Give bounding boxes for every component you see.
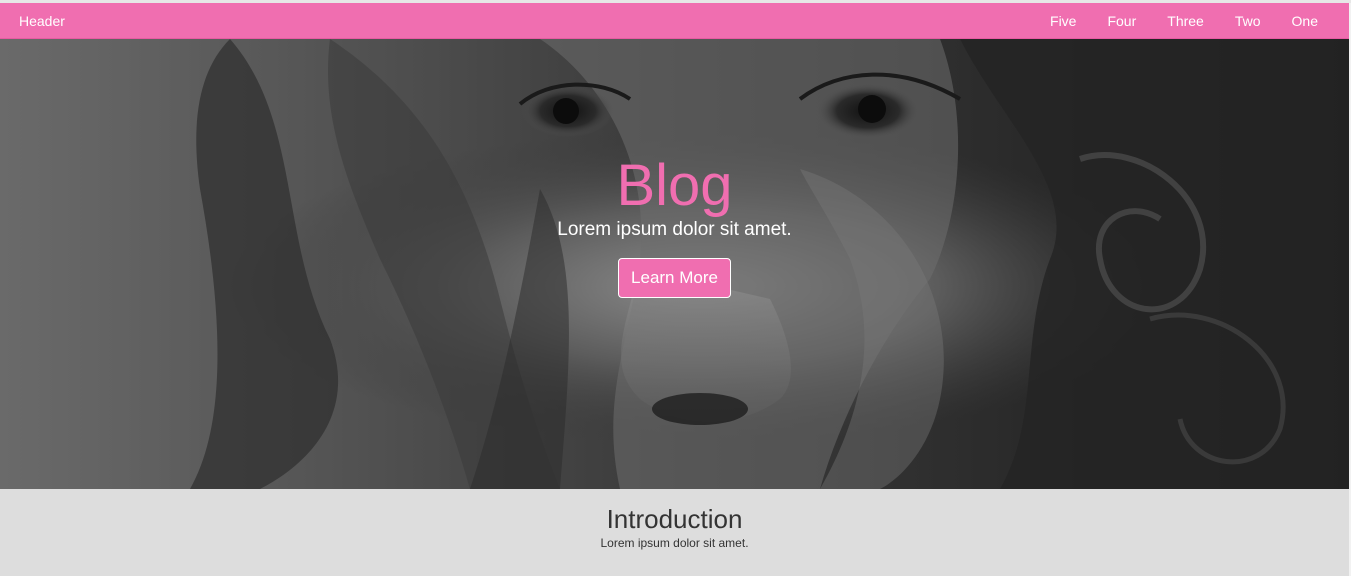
page: Header Five Four Three Two One Blog Lore… <box>0 0 1351 576</box>
navbar-brand[interactable]: Header <box>19 13 65 29</box>
introduction-section: Introduction Lorem ipsum dolor sit amet. <box>0 489 1349 576</box>
hero-section: Blog Lorem ipsum dolor sit amet. Learn M… <box>0 39 1349 489</box>
nav-link-three[interactable]: Three <box>1167 13 1204 29</box>
nav-link-one[interactable]: One <box>1292 13 1318 29</box>
hero-title: Blog <box>616 153 733 218</box>
nav-link-two[interactable]: Two <box>1235 13 1261 29</box>
nav-link-five[interactable]: Five <box>1050 13 1076 29</box>
nav-links: Five Four Three Two One <box>1019 3 1318 38</box>
introduction-text: Lorem ipsum dolor sit amet. <box>600 536 749 550</box>
learn-more-button[interactable]: Learn More <box>618 258 731 298</box>
navbar: Header Five Four Three Two One <box>0 3 1349 39</box>
hero-subtitle: Lorem ipsum dolor sit amet. <box>557 219 792 240</box>
introduction-title: Introduction <box>606 504 743 534</box>
nav-link-four[interactable]: Four <box>1107 13 1136 29</box>
